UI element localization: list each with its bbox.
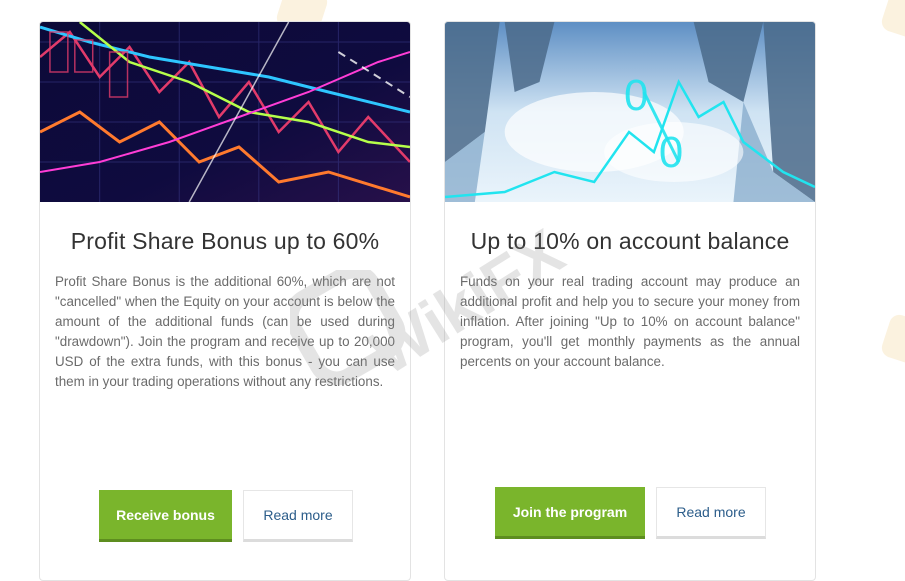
receive-bonus-button[interactable]: Receive bonus bbox=[99, 490, 232, 542]
watermark-corner-mark bbox=[879, 312, 905, 368]
join-program-button[interactable]: Join the program bbox=[495, 487, 645, 539]
read-more-button[interactable]: Read more bbox=[656, 487, 766, 539]
card-title: Profit Share Bonus up to 60% bbox=[70, 228, 380, 254]
svg-text:0: 0 bbox=[659, 128, 683, 177]
watermark-corner-mark bbox=[879, 0, 905, 42]
card-description: Profit Share Bonus is the additional 60%… bbox=[55, 274, 395, 389]
account-balance-card: 0 0 Up to 10% on account balance Funds o… bbox=[444, 21, 816, 581]
card-hero-image bbox=[40, 22, 410, 202]
card-hero-image: 0 0 bbox=[445, 22, 815, 202]
card-title: Up to 10% on account balance bbox=[470, 228, 790, 254]
card-description: Funds on your real trading account may p… bbox=[460, 274, 800, 369]
read-more-button[interactable]: Read more bbox=[243, 490, 353, 542]
profit-share-bonus-card: Profit Share Bonus up to 60% Profit Shar… bbox=[39, 21, 411, 581]
